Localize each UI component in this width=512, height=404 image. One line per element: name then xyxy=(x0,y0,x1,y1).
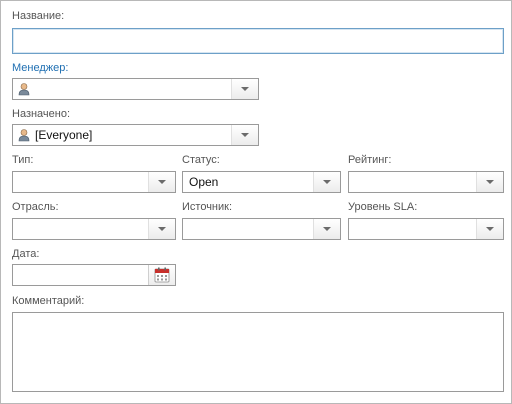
assigned-label: Назначено: xyxy=(12,108,71,120)
assigned-select[interactable]: [Everyone] xyxy=(12,124,259,146)
assigned-value: [Everyone] xyxy=(35,128,93,142)
chevron-down-icon[interactable] xyxy=(476,172,503,192)
sla-label: Уровень SLA: xyxy=(348,201,418,213)
status-label: Статус: xyxy=(182,154,220,166)
form-panel: Название: Менеджер: Назначено: [Everyone… xyxy=(0,0,512,404)
chevron-down-icon[interactable] xyxy=(148,172,175,192)
rating-label: Рейтинг: xyxy=(348,154,392,166)
rating-select[interactable] xyxy=(348,171,504,193)
chevron-down-icon[interactable] xyxy=(148,219,175,239)
user-icon xyxy=(18,129,30,142)
type-select[interactable] xyxy=(12,171,176,193)
status-select[interactable]: Open xyxy=(182,171,341,193)
date-label: Дата: xyxy=(12,248,40,260)
comment-label: Комментарий: xyxy=(12,295,85,307)
date-input[interactable] xyxy=(12,264,176,286)
chevron-down-icon[interactable] xyxy=(476,219,503,239)
chevron-down-icon[interactable] xyxy=(313,172,340,192)
industry-select[interactable] xyxy=(12,218,176,240)
source-label: Источник: xyxy=(182,201,233,213)
user-icon xyxy=(18,83,30,96)
name-label: Название: xyxy=(12,10,65,22)
chevron-down-icon[interactable] xyxy=(231,79,258,99)
source-select[interactable] xyxy=(182,218,341,240)
chevron-down-icon[interactable] xyxy=(231,125,258,145)
name-input[interactable] xyxy=(12,28,504,54)
industry-label: Отрасль: xyxy=(12,201,59,213)
comment-textarea[interactable] xyxy=(12,312,504,392)
manager-label[interactable]: Менеджер: xyxy=(12,62,68,74)
manager-select[interactable] xyxy=(12,78,259,100)
status-value: Open xyxy=(189,175,219,189)
date-picker-button[interactable] xyxy=(148,265,175,285)
sla-select[interactable] xyxy=(348,218,504,240)
calendar-icon xyxy=(154,267,170,283)
type-label: Тип: xyxy=(12,154,34,166)
chevron-down-icon[interactable] xyxy=(313,219,340,239)
